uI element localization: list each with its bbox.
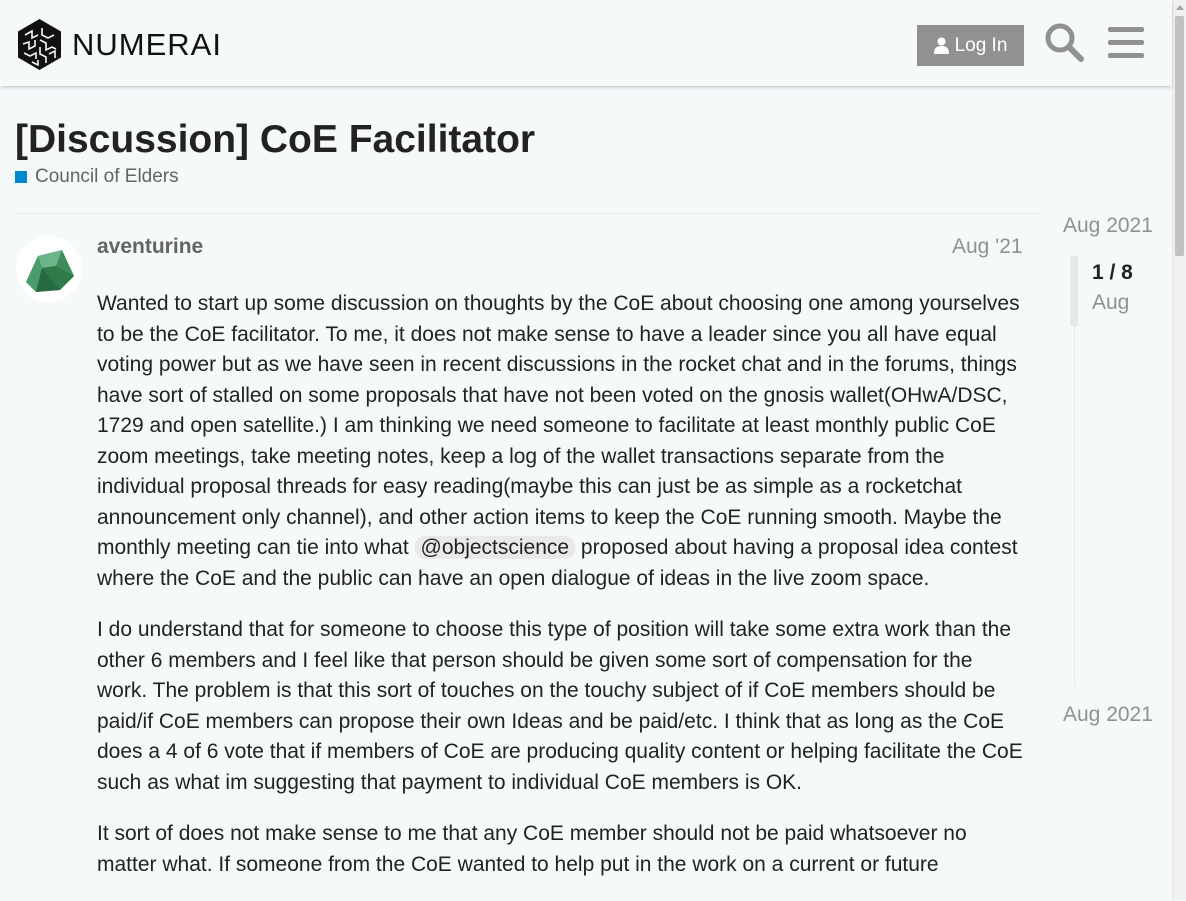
- category-color-square: [15, 171, 27, 183]
- post-paragraph: Wanted to start up some discussion on th…: [97, 289, 1027, 594]
- timeline-end-date[interactable]: Aug 2021: [1063, 703, 1153, 727]
- post-text: Wanted to start up some discussion on th…: [97, 292, 1020, 559]
- page-scrollbar[interactable]: [1172, 0, 1186, 900]
- post-username[interactable]: aventurine: [97, 235, 203, 259]
- category-label: Council of Elders: [35, 166, 179, 187]
- post-paragraph: I do understand that for someone to choo…: [97, 618, 1023, 794]
- timeline-handle[interactable]: [1070, 256, 1078, 326]
- post-date[interactable]: Aug '21: [952, 235, 1023, 259]
- user-icon: [933, 37, 949, 54]
- site-header: NUMERAI Log In: [0, 0, 1172, 86]
- post-paragraph: It sort of does not make sense to me tha…: [97, 822, 967, 876]
- scrollbar-thumb[interactable]: [1175, 16, 1184, 256]
- numerai-logo[interactable]: NUMERAI: [16, 18, 222, 71]
- title-divider: [15, 213, 1041, 214]
- scroll-up-arrow-icon[interactable]: [1176, 5, 1184, 10]
- topic-title[interactable]: [Discussion] CoE Facilitator: [15, 118, 535, 163]
- login-label: Log In: [954, 34, 1008, 56]
- timeline-start-date[interactable]: Aug 2021: [1063, 214, 1153, 238]
- search-icon[interactable]: [1044, 22, 1084, 62]
- avatar[interactable]: [16, 236, 82, 302]
- hamburger-menu-icon[interactable]: [1106, 22, 1146, 62]
- timeline-position-date: Aug: [1092, 291, 1130, 314]
- category-badge[interactable]: Council of Elders: [15, 166, 179, 188]
- numerai-logo-icon: [18, 19, 61, 70]
- login-button[interactable]: Log In: [917, 25, 1024, 66]
- timeline-position: 1 / 8: [1092, 261, 1133, 284]
- post-body: Wanted to start up some discussion on th…: [97, 289, 1027, 901]
- user-mention[interactable]: @objectscience: [414, 536, 576, 559]
- logo-text: NUMERAI: [72, 27, 222, 62]
- aventurine-avatar-image: [16, 236, 82, 302]
